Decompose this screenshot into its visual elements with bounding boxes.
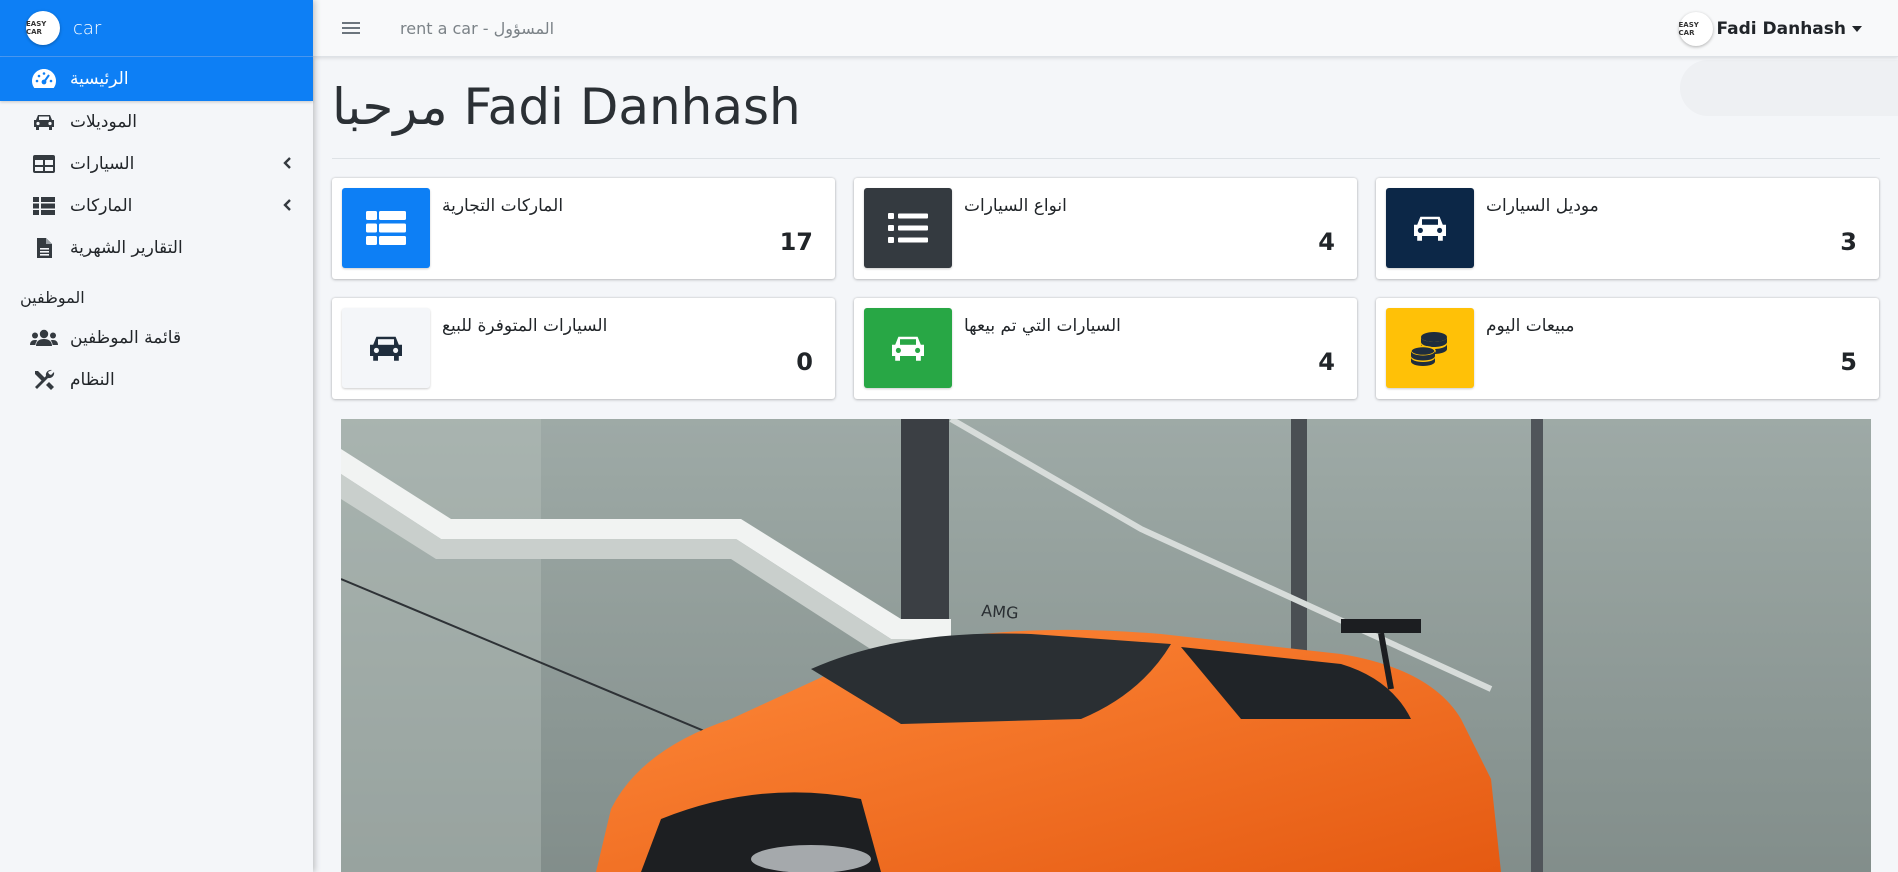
sidebar-item-cars[interactable]: السيارات	[0, 143, 313, 185]
sidebar-item-reports[interactable]: التقارير الشهرية	[0, 227, 313, 269]
list-ul-icon	[864, 188, 952, 268]
stat-label: السيارات المتوفرة للبيع	[442, 316, 608, 336]
brand-link[interactable]: EASY CAR car	[0, 0, 313, 57]
sidebar-section-header: الموظفين	[20, 287, 85, 307]
tools-icon	[30, 368, 58, 392]
car-photo: AMG	[341, 419, 1871, 872]
brand-logo: EASY CAR	[26, 11, 60, 45]
user-name: Fadi Danhash	[1716, 19, 1846, 39]
chevron-left-icon	[282, 199, 292, 215]
stat-card-available-cars[interactable]: السيارات المتوفرة للبيع 0	[332, 298, 835, 399]
list-icon	[342, 188, 430, 268]
car-icon	[30, 110, 58, 134]
avatar: EASY CAR	[1678, 12, 1713, 46]
background-decoration	[1680, 60, 1898, 116]
users-icon	[30, 326, 58, 350]
topbar-title: rent a car - المسؤول	[400, 18, 555, 38]
menu-toggle-icon[interactable]	[342, 19, 360, 37]
stat-card-car-types[interactable]: انواع السيارات 4	[854, 178, 1357, 279]
stat-value: 3	[1840, 228, 1857, 256]
file-icon	[30, 236, 58, 260]
sidebar-nav-employees: قائمة الموظفين النظام	[0, 317, 313, 401]
sidebar: EASY CAR car الرئيسية الموديلات السيارات	[0, 0, 313, 872]
dashboard-icon	[30, 67, 58, 91]
sidebar-item-label: النظام	[70, 370, 115, 390]
sidebar-item-employees[interactable]: قائمة الموظفين	[0, 317, 313, 359]
divider	[332, 158, 1880, 159]
stat-card-brands[interactable]: الماركات التجارية 17	[332, 178, 835, 279]
stat-value: 4	[1318, 348, 1335, 376]
sidebar-item-label: الماركات	[70, 196, 133, 216]
page-title: مرحبا Fadi Danhash	[332, 78, 801, 136]
sidebar-nav: الرئيسية الموديلات السيارات الماركات الت…	[0, 57, 313, 269]
table-icon	[30, 152, 58, 176]
sidebar-item-label: قائمة الموظفين	[70, 328, 182, 348]
sidebar-item-brands[interactable]: الماركات	[0, 185, 313, 227]
sidebar-item-label: السيارات	[70, 154, 135, 174]
caret-down-icon	[1852, 26, 1862, 32]
hero-image: AMG	[341, 419, 1871, 872]
user-menu[interactable]: EASY CAR Fadi Danhash	[1678, 12, 1862, 46]
sidebar-item-label: التقارير الشهرية	[70, 238, 183, 258]
chevron-left-icon	[282, 157, 292, 173]
stat-label: السيارات التي تم بيعها	[964, 316, 1121, 336]
stat-value: 0	[796, 348, 813, 376]
sidebar-item-models[interactable]: الموديلات	[0, 101, 313, 143]
stat-value: 4	[1318, 228, 1335, 256]
stat-label: مبيعات اليوم	[1486, 316, 1575, 336]
coins-icon	[1386, 308, 1474, 388]
sidebar-item-label: الرئيسية	[70, 69, 129, 89]
stat-label: انواع السيارات	[964, 196, 1067, 216]
topbar: rent a car - المسؤول EASY CAR Fadi Danha…	[313, 0, 1898, 57]
list-icon	[30, 194, 58, 218]
stat-value: 17	[779, 228, 813, 256]
car-icon	[864, 308, 952, 388]
stat-card-sold-cars[interactable]: السيارات التي تم بيعها 4	[854, 298, 1357, 399]
sidebar-item-system[interactable]: النظام	[0, 359, 313, 401]
brand-text: car	[73, 17, 102, 39]
stat-card-car-models[interactable]: موديل السيارات 3	[1376, 178, 1879, 279]
car-icon	[1386, 188, 1474, 268]
sidebar-item-label: الموديلات	[70, 112, 137, 132]
svg-text:AMG: AMG	[981, 601, 1019, 623]
sidebar-item-home[interactable]: الرئيسية	[0, 57, 313, 101]
stat-label: موديل السيارات	[1486, 196, 1599, 216]
stat-card-today-sales[interactable]: مبيعات اليوم 5	[1376, 298, 1879, 399]
car-icon	[342, 308, 430, 388]
stat-value: 5	[1840, 348, 1857, 376]
stat-label: الماركات التجارية	[442, 196, 564, 216]
